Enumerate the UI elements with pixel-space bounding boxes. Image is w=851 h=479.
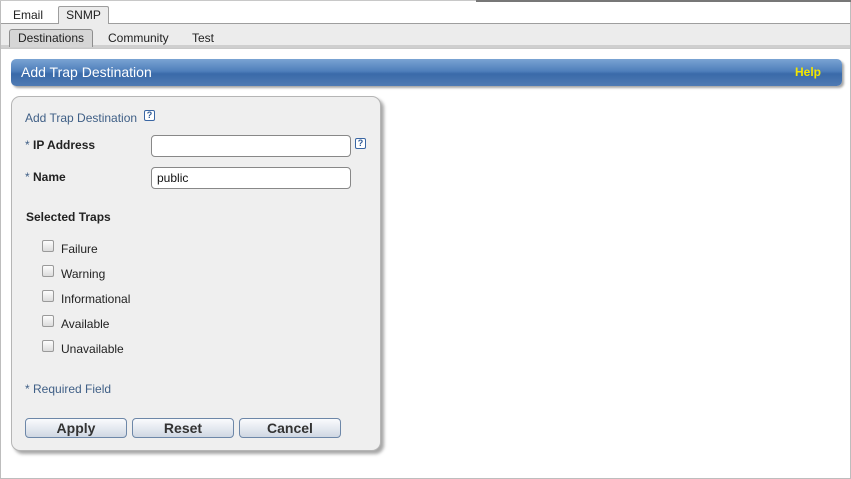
checkbox-unchecked-icon[interactable]	[42, 290, 54, 302]
checkbox-unchecked-icon[interactable]	[42, 240, 54, 252]
selected-traps-label: Selected Traps	[26, 210, 111, 224]
name-label: * Name	[25, 170, 66, 184]
required-marker: *	[25, 170, 30, 184]
reset-button[interactable]: Reset	[132, 418, 234, 438]
tab-community[interactable]: Community	[108, 30, 169, 48]
tab-destinations[interactable]: Destinations	[9, 29, 93, 47]
ip-address-label-text: IP Address	[33, 138, 96, 152]
primary-tab-bar: Email SNMP	[1, 5, 850, 25]
name-input[interactable]	[151, 167, 351, 189]
top-border-accent	[476, 0, 851, 2]
name-label-text: Name	[33, 170, 66, 184]
secondary-tab-bar: Destinations Community Test	[1, 24, 850, 49]
apply-button[interactable]: Apply	[25, 418, 127, 438]
panel-heading: Add Trap Destination	[25, 111, 138, 125]
trap-label: Failure	[61, 242, 98, 256]
question-box-icon[interactable]: ?	[144, 110, 155, 121]
cancel-button[interactable]: Cancel	[239, 418, 341, 438]
help-link[interactable]: Help	[795, 65, 821, 79]
trap-label: Informational	[61, 292, 131, 306]
ip-address-label: * IP Address	[25, 138, 95, 152]
tab-test[interactable]: Test	[192, 30, 214, 48]
required-field-note: * Required Field	[25, 382, 112, 396]
ip-address-input[interactable]	[151, 135, 351, 157]
checkbox-unchecked-icon[interactable]	[42, 265, 54, 277]
trap-label: Warning	[61, 267, 106, 281]
question-box-icon[interactable]: ?	[355, 138, 366, 149]
trap-label: Available	[61, 317, 110, 331]
tab-snmp[interactable]: SNMP	[58, 6, 109, 25]
page-title: Add Trap Destination	[21, 64, 152, 80]
trap-label: Unavailable	[61, 342, 124, 356]
required-marker: *	[25, 138, 30, 152]
checkbox-unchecked-icon[interactable]	[42, 315, 54, 327]
add-trap-destination-panel: Add Trap Destination ? * IP Address ? * …	[11, 96, 381, 451]
checkbox-unchecked-icon[interactable]	[42, 340, 54, 352]
page-titlebar: Add Trap Destination Help	[11, 59, 842, 86]
tab-email[interactable]: Email	[7, 7, 49, 25]
